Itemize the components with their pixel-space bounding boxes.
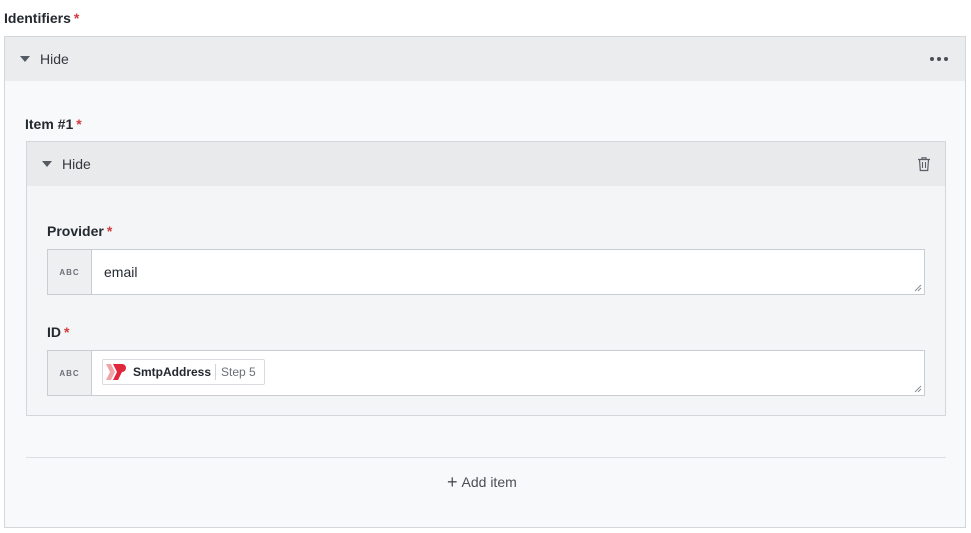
item-hide-label: Hide — [62, 156, 91, 172]
item-label: Item #1 * — [25, 116, 82, 132]
required-marker: * — [64, 324, 70, 340]
divider — [26, 457, 946, 458]
provider-input[interactable]: ABC email — [47, 249, 925, 295]
type-tag: ABC — [48, 351, 92, 395]
plus-icon: + — [447, 472, 458, 492]
token-step: Step 5 — [221, 365, 256, 379]
resize-handle-icon[interactable] — [914, 385, 922, 393]
identifiers-label: Identifiers * — [4, 10, 79, 26]
provider-label: Provider * — [47, 223, 112, 239]
id-label: ID * — [47, 324, 69, 340]
item-panel-header: Hide — [27, 142, 945, 186]
id-label-text: ID — [47, 324, 61, 340]
data-token-pill[interactable]: SmtpAddress Step 5 — [102, 359, 265, 385]
resize-handle-icon[interactable] — [914, 284, 922, 292]
app-logo-icon — [103, 360, 129, 384]
token-name: SmtpAddress — [133, 365, 212, 379]
caret-down-icon — [20, 56, 30, 62]
required-marker: * — [76, 116, 82, 132]
add-item-label: Add item — [461, 474, 517, 490]
item-label-text: Item #1 — [25, 116, 74, 132]
provider-label-text: Provider — [47, 223, 104, 239]
identifiers-panel: Hide Item #1 * Hide Provider * ABC email… — [4, 36, 966, 528]
item-hide-toggle[interactable]: Hide — [42, 156, 91, 172]
identifiers-panel-header: Hide — [5, 37, 965, 81]
type-tag: ABC — [48, 250, 92, 294]
identifiers-hide-toggle[interactable]: Hide — [20, 51, 69, 67]
trash-icon[interactable] — [917, 156, 931, 172]
required-marker: * — [73, 10, 80, 26]
identifiers-label-text: Identifiers — [4, 10, 71, 26]
item-panel: Hide Provider * ABC email ID * ABC SmtpA… — [26, 141, 946, 416]
add-item-button[interactable]: + Add item — [447, 473, 517, 491]
more-options-icon[interactable] — [930, 53, 948, 65]
identifiers-hide-label: Hide — [40, 51, 69, 67]
caret-down-icon — [42, 161, 52, 167]
required-marker: * — [106, 223, 113, 239]
id-input[interactable]: ABC SmtpAddress Step 5 — [47, 350, 925, 396]
provider-value[interactable]: email — [92, 250, 137, 294]
